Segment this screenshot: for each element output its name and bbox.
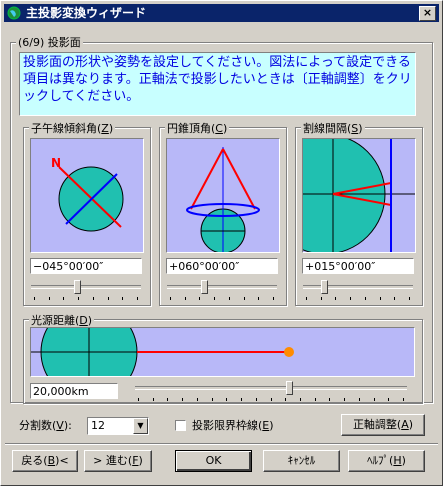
slider-tick — [380, 297, 381, 300]
slider-tick — [329, 398, 330, 401]
slider-tick — [108, 297, 109, 300]
slider-ticks — [303, 297, 413, 301]
slider-thumb[interactable] — [286, 381, 293, 395]
boundary-checkbox[interactable] — [175, 420, 186, 431]
slider-tick — [244, 297, 245, 300]
meridian-tilt-slider[interactable] — [31, 280, 141, 302]
slider-track — [303, 285, 413, 289]
graticule-spacing-label: 割線間隔(S) — [301, 120, 365, 136]
slider-tick — [350, 297, 351, 300]
slider-tick — [271, 398, 272, 401]
step-label: (6/9) 投影面 — [16, 34, 83, 50]
slider-tick — [185, 297, 186, 300]
slider-tick — [306, 297, 307, 300]
meridian-tilt-input[interactable]: −045°00′00″ — [30, 258, 142, 274]
light-distance-slider[interactable] — [135, 381, 407, 403]
slider-tick — [335, 297, 336, 300]
graticule-spacing-input[interactable]: +015°00′00″ — [302, 258, 414, 274]
slider-tick — [93, 297, 94, 300]
cone-apex-preview[interactable] — [166, 138, 280, 253]
divisions-label: 分割数(V): — [19, 419, 72, 432]
cone-apex-input[interactable]: +060°00′00″ — [166, 258, 278, 274]
divisions-select[interactable]: 12 ▼ — [87, 417, 149, 435]
slider-tick — [182, 398, 183, 401]
slider-tick — [359, 398, 360, 401]
slider-tick — [197, 398, 198, 401]
slider-tick — [285, 398, 286, 401]
slider-thumb[interactable] — [201, 280, 208, 294]
back-button[interactable]: 戻る(B)< — [12, 450, 78, 472]
slider-tick — [199, 297, 200, 300]
cone-side-right — [222, 148, 256, 210]
slider-tick — [315, 398, 316, 401]
slider-tick — [388, 398, 389, 401]
slider-track — [31, 285, 141, 289]
window-title: 主投影変換ウィザード — [26, 6, 147, 20]
slider-tick — [403, 398, 404, 401]
slider-tick — [374, 398, 375, 401]
slider-tick — [167, 398, 168, 401]
slider-tick — [34, 297, 35, 300]
cone-side-left — [190, 148, 224, 210]
title-bar: 主投影変換ウィザード × — [4, 4, 439, 22]
slider-tick — [214, 297, 215, 300]
help-button[interactable]: ﾍﾙﾌﾟ(H) — [348, 450, 425, 472]
slider-tick — [273, 297, 274, 300]
axis-adjust-button[interactable]: 正軸調整(A) — [341, 414, 425, 436]
slider-tick — [300, 398, 301, 401]
slider-tick — [226, 398, 227, 401]
slider-tick — [137, 297, 138, 300]
slider-thumb[interactable] — [74, 280, 81, 294]
meridian-tilt-preview[interactable]: N — [30, 138, 144, 253]
slider-tick — [122, 297, 123, 300]
next-button[interactable]: > 進む(F) — [84, 450, 152, 472]
slider-tick — [256, 398, 257, 401]
slider-tick — [49, 297, 50, 300]
slider-tick — [409, 297, 410, 300]
north-label: N — [51, 156, 61, 170]
slider-tick — [321, 297, 322, 300]
slider-tick — [394, 297, 395, 300]
ok-button[interactable]: OK — [175, 450, 252, 472]
slider-tick — [63, 297, 64, 300]
wizard-window: 主投影変換ウィザード × (6/9) 投影面 投影面の形状や姿勢を設定してくださ… — [0, 0, 443, 486]
description-text: 投影面の形状や姿勢を設定してください。図法によって設定できる項目は異なります。正… — [19, 52, 416, 116]
slider-ticks — [31, 297, 141, 301]
separator-line — [5, 443, 438, 445]
close-button[interactable]: × — [419, 6, 436, 21]
graticule-spacing-slider[interactable] — [303, 280, 413, 302]
divisions-value: 12 — [91, 419, 105, 432]
slider-tick — [170, 297, 171, 300]
light-source-point — [284, 347, 294, 357]
light-distance-input[interactable]: 20,000km — [30, 383, 118, 399]
boundary-label: 投影限界枠線(E) — [192, 419, 274, 432]
slider-tick — [365, 297, 366, 300]
slider-ticks — [135, 398, 407, 402]
slider-tick — [229, 297, 230, 300]
slider-tick — [138, 398, 139, 401]
slider-tick — [212, 398, 213, 401]
graticule-spacing-preview[interactable] — [302, 138, 416, 253]
slider-track — [135, 386, 407, 390]
cancel-button[interactable]: ｷｬﾝｾﾙ — [263, 450, 340, 472]
slider-track — [167, 285, 277, 289]
slider-ticks — [167, 297, 277, 301]
meridian-tilt-label: 子午線傾斜角(Z) — [29, 120, 116, 136]
slider-thumb[interactable] — [321, 280, 328, 294]
cone-apex-label: 円錐頂角(C) — [165, 120, 230, 136]
slider-tick — [258, 297, 259, 300]
slider-tick — [344, 398, 345, 401]
slider-tick — [241, 398, 242, 401]
slider-tick — [153, 398, 154, 401]
globe-icon — [7, 6, 21, 20]
cone-apex-slider[interactable] — [167, 280, 277, 302]
light-distance-label: 光源距離(D) — [29, 312, 95, 328]
dropdown-arrow-icon[interactable]: ▼ — [133, 418, 148, 434]
slider-tick — [78, 297, 79, 300]
light-distance-preview[interactable] — [30, 327, 415, 377]
